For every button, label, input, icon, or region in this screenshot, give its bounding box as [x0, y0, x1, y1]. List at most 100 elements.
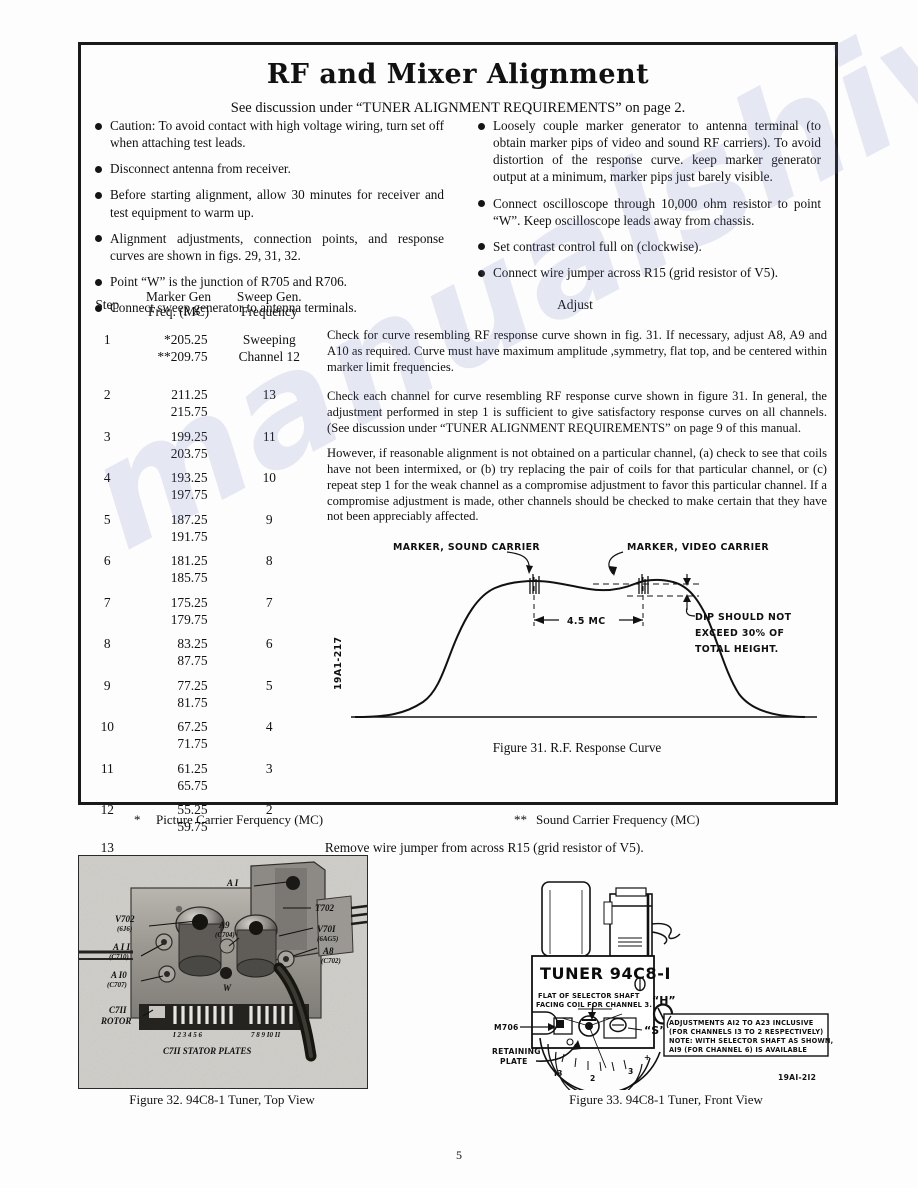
cell-sweep-freq: 8 [265, 553, 273, 569]
footnote-marker-single: * [134, 812, 141, 827]
adjust-paragraph: Check each channel for curve resembling … [327, 389, 827, 436]
dip-note-line-2: EXCEED 30% OF [695, 628, 784, 639]
cell-marker-freq: 67.25 71.75 [177, 719, 208, 752]
main-content-frame: RF and Mixer Alignment See discussion un… [78, 42, 838, 855]
cell-marker-freq: 175.25 179.75 [170, 594, 208, 627]
leader-line-video-carrier [608, 551, 624, 575]
cell-step: 4 [103, 470, 111, 486]
page-number: 5 [456, 1148, 462, 1162]
bullet-item: Set contrast control full on (clockwise)… [476, 238, 821, 255]
tuner-model-label: TUNER 94C8-I [540, 964, 671, 983]
bullet-item: Connect oscilloscope through 10,000 ohm … [476, 195, 821, 229]
footnote-marker-double: ** [514, 812, 527, 827]
figure-31-caption: Figure 31. R.F. Response Curve [492, 740, 662, 756]
dip-note-line-1: DIP SHOULD NOT [695, 612, 792, 623]
a1-adjustment-screw [286, 876, 300, 890]
cell-step: 2 [103, 387, 111, 403]
figure-32-photo-top-view: W I 2 3 4 5 6 7 8 9 I0 II A I V702 (6J6)… [78, 855, 368, 1089]
cell-sweep-freq: 9 [265, 511, 273, 527]
label-t702: T702 [315, 903, 334, 913]
page-subtitle: See discussion under “TUNER ALIGNMENT RE… [230, 100, 686, 116]
flat-selector-note-line1: FLAT OF SELECTOR SHAFT [538, 992, 640, 1000]
rotor-block [149, 1006, 165, 1018]
label-a11: A I I [112, 942, 131, 952]
label-v702: V702 [115, 914, 135, 924]
cell-marker-freq: 77.25 81.75 [177, 677, 208, 710]
dial-number-2: 2 [590, 1074, 596, 1083]
dial-number-3: 3 [628, 1067, 634, 1076]
footnote-sound-carrier: ** Sound Carrier Frequency (MC) [458, 812, 838, 828]
figure-31-rf-response-curve: 19A1-217 MARKER, SOUND CARRIER MARKER, V… [327, 534, 827, 755]
cell-sweep-freq: 6 [265, 636, 273, 652]
label-a9-sub: (C704) [215, 931, 235, 939]
figure-33-svg: TUNER 94C8-I FLAT OF SELECTOR SHAFT FACI… [492, 881, 833, 1102]
footnote-text: Picture Carrier Ferquency (MC) [156, 812, 324, 827]
shield-can-tall [541, 881, 591, 957]
cell-sweep-freq: 10 [262, 470, 276, 486]
bullet-item: Loosely couple marker generator to anten… [476, 117, 821, 186]
cell-step: 9 [103, 677, 111, 693]
cell-step: 8 [103, 636, 111, 652]
rf-response-curve-svg: 19A1-217 MARKER, SOUND CARRIER MARKER, V… [333, 542, 817, 719]
dial-number-13: I3 [554, 1069, 563, 1078]
cell-marker-freq: 181.25 185.75 [170, 553, 208, 586]
label-a10-sub: (C707) [107, 981, 127, 989]
cell-step: 3 [103, 428, 111, 444]
label-c711-rotor-line1: C7II [109, 1005, 127, 1015]
dial-tick: + [644, 1053, 651, 1062]
label-m706: M706 [494, 1023, 519, 1032]
label-4-5-mc: 4.5 MC [567, 616, 605, 627]
arrowhead-video [609, 566, 617, 577]
test-point-w [220, 967, 232, 979]
plate-numbers-left: I 2 3 4 5 6 [172, 1031, 202, 1039]
figure-31-id-tag: 19A1-217 [333, 637, 344, 691]
adjust-paragraph: However, if reasonable alignment is not … [327, 445, 827, 524]
bullet-item: Alignment adjustments, connection points… [93, 230, 444, 264]
col-header-sweep-gen-frequency: Sweep Gen. Frequency [236, 289, 302, 320]
bullet-item: Connect wire jumper across R15 (grid res… [476, 264, 821, 281]
cell-marker-freq: 61.25 65.75 [177, 760, 208, 793]
label-retaining-line1: RETAINING [492, 1047, 541, 1056]
cell-marker-freq: 193.25 197.75 [170, 470, 208, 503]
label-a10: A I0 [110, 970, 127, 980]
note-line-1: ADJUSTMENTS AI2 TO A23 INCLUSIVE [669, 1019, 814, 1027]
label-v701-sub: (6AG5) [317, 935, 338, 943]
label-s: “S” [644, 1024, 666, 1037]
coil-assembly [603, 887, 653, 957]
note-line-3: NOTE: WITH SELECTOR SHAFT AS SHOWN, [669, 1037, 833, 1045]
cell-marker-freq: 199.25 203.75 [170, 428, 208, 461]
footnote-picture-carrier: * Picture Carrier Ferquency (MC) [78, 812, 458, 828]
label-a9: A9 [218, 920, 230, 930]
arrowhead-sound [526, 565, 533, 575]
figure-33-front-view: TUNER 94C8-I FLAT OF SELECTOR SHAFT FACI… [492, 862, 840, 1102]
cell-sweep-freq: 11 [262, 428, 276, 444]
page-title: RF and Mixer Alignment [266, 59, 650, 90]
label-a8-sub: (C702) [321, 957, 341, 965]
footnote-text: Sound Carrier Frequency (MC) [536, 812, 700, 827]
label-marker-sound-carrier: MARKER, SOUND CARRIER [393, 542, 540, 553]
cell-step: 1 [103, 331, 111, 347]
cell-sweep-freq: 4 [265, 719, 273, 735]
cell-marker-freq: 187.25 191.75 [170, 511, 208, 544]
screw-a9 [219, 938, 235, 954]
leader-line-sound-carrier [506, 551, 530, 573]
label-a8: A8 [322, 946, 334, 956]
document-page: manualshive RF and Mixer Alignment See d… [0, 0, 918, 1188]
cell-step: 11 [100, 760, 114, 776]
cell-sweep-freq: 5 [265, 677, 273, 693]
cell-adjust-steps2-12: Check each channel for curve resembling … [315, 379, 835, 836]
bullet-item: Before starting alignment, allow 30 minu… [93, 186, 444, 220]
cell-step: 6 [103, 553, 111, 569]
dip-note-line-3: TOTAL HEIGHT. [695, 644, 779, 655]
cell-marker-freq: *205.25 **209.75 [157, 331, 208, 364]
adjustments-note-box: ADJUSTMENTS AI2 TO A23 INCLUSIVE (FOR CH… [663, 1013, 833, 1057]
col-header-marker-gen-freq: Marker Gen Freq. (MC) [146, 289, 212, 320]
bullet-item: Disconnect antenna from receiver. [93, 160, 444, 177]
label-h: “H” [652, 994, 676, 1007]
cell-sweep-freq: 7 [265, 594, 273, 610]
label-w: W [223, 983, 232, 993]
note-line-4: AI9 (FOR CHANNEL 6) IS AVAILABLE [669, 1046, 807, 1054]
lead-wires [651, 922, 681, 940]
cell-sweep-freq: 13 [262, 387, 276, 403]
cell-sweep-freq: 3 [265, 760, 273, 776]
